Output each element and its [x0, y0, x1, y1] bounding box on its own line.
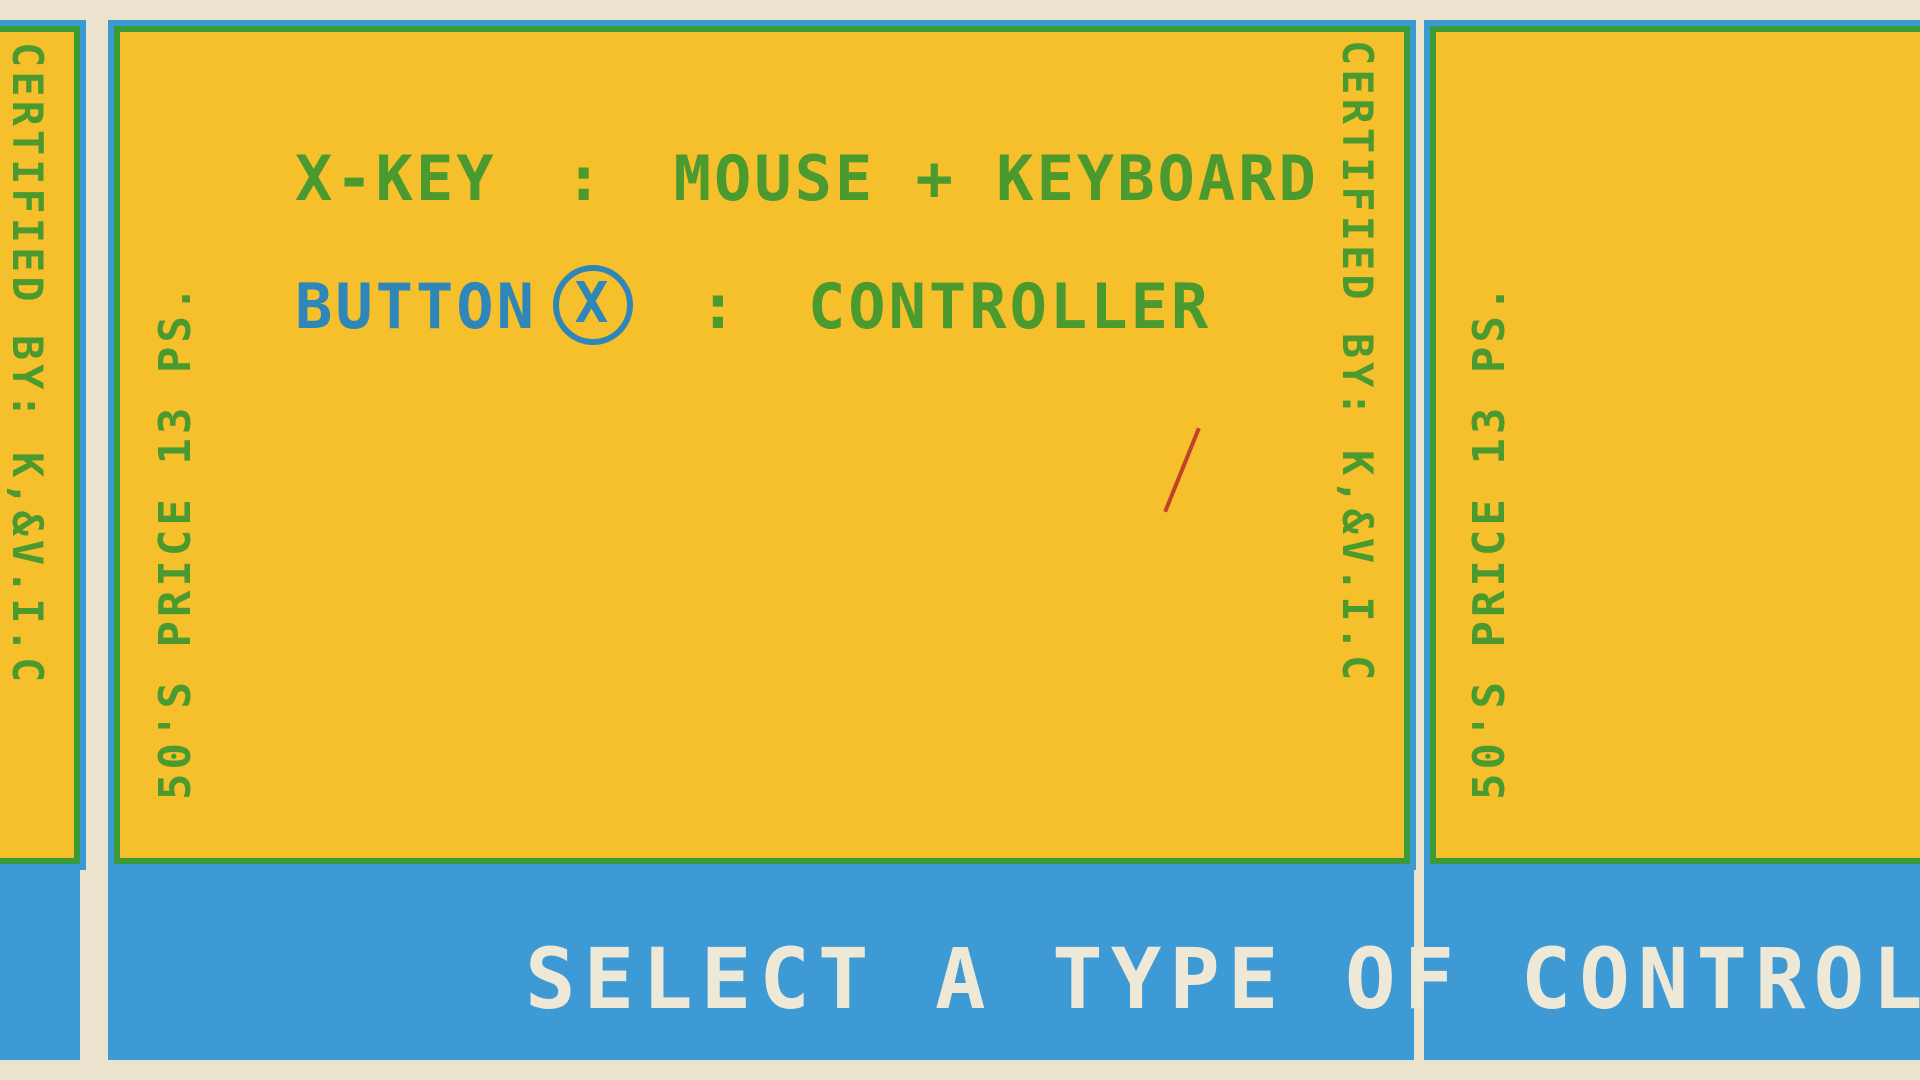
- left-certified-text: CERTIFIED BY: K,&V.I.C: [3, 42, 52, 687]
- select-control-prompt: SELECT A TYPE OF CONTROL: [525, 930, 1920, 1028]
- option-controller[interactable]: BUTTON X : CONTROLLER: [295, 264, 1212, 351]
- option-mouse-keyboard[interactable]: X-KEY : MOUSE + KEYBOARD: [295, 142, 1319, 215]
- controller-label: CONTROLLER: [807, 270, 1212, 343]
- mouse-keyboard-label: MOUSE + KEYBOARD: [673, 142, 1319, 215]
- left-ticket-stub: [0, 870, 80, 1060]
- right-price-text: 50'S PRICE 13 PS.: [1464, 281, 1515, 800]
- main-price-text: 50'S PRICE 13 PS.: [150, 281, 201, 800]
- x-button-icon: X: [552, 264, 633, 345]
- x-key-label: X-KEY: [295, 142, 497, 215]
- option-separator: :: [564, 142, 606, 215]
- main-certified-text: CERTIFIED BY: K,&V.I.C: [1333, 40, 1382, 685]
- button-label: BUTTON: [295, 270, 537, 343]
- option-separator: :: [699, 270, 740, 343]
